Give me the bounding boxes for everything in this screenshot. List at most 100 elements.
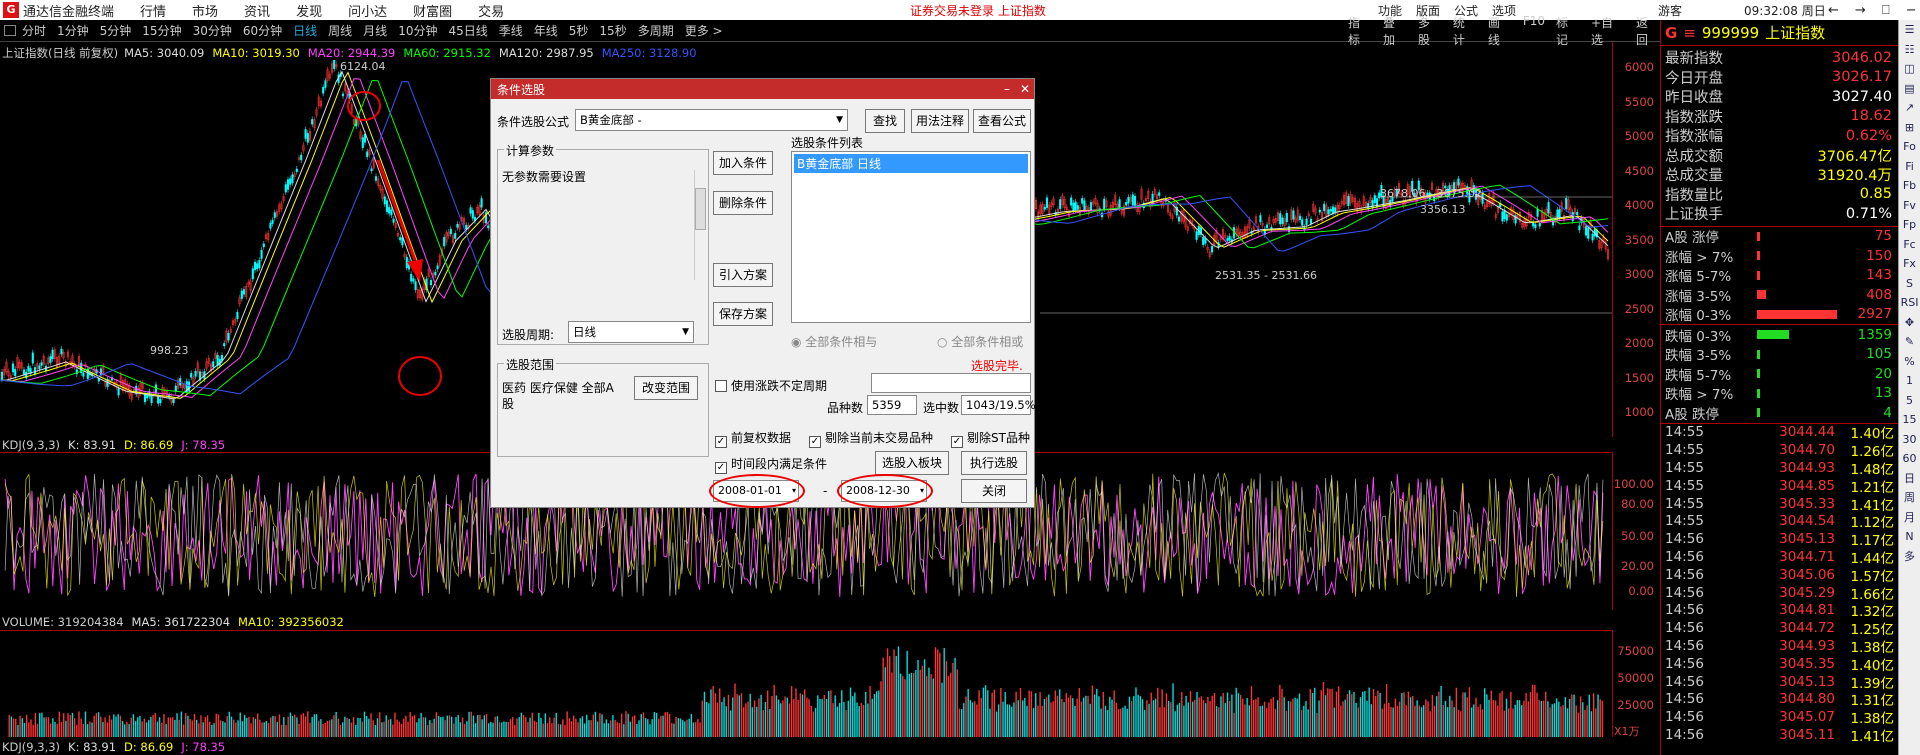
menu-0[interactable]: 行情 (140, 1, 166, 20)
chart-tool-4[interactable]: 画线 (1488, 14, 1512, 48)
period-tab-3[interactable]: 15分钟 (142, 22, 181, 39)
find-button[interactable]: 查找 (865, 109, 905, 133)
view-formula-button[interactable]: 查看公式 (973, 109, 1031, 133)
side-tool-icon[interactable]: % (1899, 352, 1920, 372)
layout-toggle-icon[interactable] (4, 25, 16, 36)
period-tab-6[interactable]: 日线 (293, 22, 317, 39)
change-range-button[interactable]: 改变范围 (634, 376, 698, 400)
period-tab-7[interactable]: 周线 (328, 22, 352, 39)
to-block-button[interactable]: 选股入板块 (875, 451, 949, 475)
period-tab-14[interactable]: 15秒 (599, 22, 626, 39)
period-tab-10[interactable]: 45日线 (448, 22, 487, 39)
window-button-icon-0[interactable]: ← (1828, 3, 1839, 18)
candle-body (1259, 215, 1262, 223)
period-tab-8[interactable]: 月线 (363, 22, 387, 39)
side-tool-icon[interactable]: 日 (1899, 469, 1920, 489)
side-tool-icon[interactable]: N (1899, 527, 1920, 547)
side-tool-icon[interactable]: Fo (1899, 137, 1920, 157)
fq-option[interactable]: ✓ 前复权数据 (715, 429, 791, 448)
menu-6[interactable]: 交易 (478, 1, 504, 20)
radio-and[interactable]: ◉ 全部条件相与 (791, 333, 877, 350)
period-tab-15[interactable]: 多周期 (638, 22, 674, 39)
side-tool-icon[interactable]: ☷ (1899, 40, 1920, 60)
chart-tool-6[interactable]: 标记 (1556, 14, 1580, 48)
side-tool-icon[interactable]: 60 (1899, 449, 1920, 469)
side-tool-icon[interactable]: Fb (1899, 176, 1920, 196)
close-dialog-button[interactable]: 关闭 (961, 479, 1027, 503)
period-tab-4[interactable]: 30分钟 (193, 22, 232, 39)
formula-select[interactable]: B黄金底部 - ▼ (575, 109, 848, 131)
notrade-option[interactable]: ✓ 剔除当前未交易品种 (809, 429, 933, 448)
period-tab-12[interactable]: 年线 (534, 22, 558, 39)
close-icon[interactable]: ✕ (1020, 82, 1030, 96)
menu-4[interactable]: 问小达 (348, 1, 387, 20)
params-scrollbar[interactable] (694, 170, 706, 280)
trade-login-warning[interactable]: 证券交易未登录 上证指数 (910, 2, 1046, 19)
minimize-icon[interactable]: – (1004, 82, 1010, 96)
user-label[interactable]: 游客 (1658, 2, 1682, 19)
period-tab-1[interactable]: 1分钟 (57, 22, 89, 39)
run-screen-button[interactable]: 执行选股 (961, 451, 1027, 475)
period-tab-11[interactable]: 季线 (499, 22, 523, 39)
dialog-titlebar[interactable]: 条件选股 – ✕ (491, 79, 1034, 99)
side-tool-icon[interactable]: 周 (1899, 488, 1920, 508)
delete-condition-button[interactable]: 删除条件 (713, 191, 773, 215)
chart-tool-0[interactable]: 指标 (1348, 14, 1372, 48)
side-tool-icon[interactable]: Fv (1899, 196, 1920, 216)
irregular-period-option[interactable]: 使用涨跌不定周期 (715, 377, 827, 394)
period-tab-2[interactable]: 5分钟 (100, 22, 132, 39)
menu-3[interactable]: 发现 (296, 1, 322, 20)
add-condition-button[interactable]: 加入条件 (713, 151, 773, 175)
side-tool-icon[interactable]: ◫ (1899, 59, 1920, 79)
side-tool-icon[interactable]: 15 (1899, 410, 1920, 430)
side-tool-icon[interactable]: ▤ (1899, 79, 1920, 99)
menu-1[interactable]: 市场 (192, 1, 218, 20)
st-option[interactable]: ✓ 剔除ST品种 (951, 429, 1030, 448)
chart-tool-2[interactable]: 多股 (1418, 14, 1442, 48)
period-tab-13[interactable]: 5秒 (569, 22, 589, 39)
side-tool-icon[interactable]: ↗ (1899, 98, 1920, 118)
period-condition-option[interactable]: ✓ 时间段内满足条件 (715, 455, 827, 474)
chart-tool-5[interactable]: F10 (1523, 14, 1545, 48)
side-tool-icon[interactable]: Fx (1899, 254, 1920, 274)
side-tool-icon[interactable]: 5 (1899, 391, 1920, 411)
side-tool-icon[interactable]: Fc (1899, 235, 1920, 255)
side-tool-icon[interactable]: 30 (1899, 430, 1920, 450)
side-tool-icon[interactable]: 月 (1899, 508, 1920, 528)
import-scheme-button[interactable]: 引入方案 (713, 263, 773, 287)
condition-item[interactable]: B黄金底部 日线 (794, 154, 1028, 173)
chart-tool-3[interactable]: 统计 (1453, 14, 1477, 48)
radio-or[interactable]: ○ 全部条件相或 (937, 333, 1023, 350)
side-tool-icon[interactable]: ⊞ (1899, 118, 1920, 138)
condition-list[interactable]: B黄金底部 日线 (791, 151, 1031, 323)
irregular-period-input[interactable] (871, 373, 1031, 393)
side-tool-icon[interactable]: S (1899, 274, 1920, 294)
period-tab-16[interactable]: 更多 > (685, 22, 723, 39)
window-button-icon-3[interactable]: − (1906, 3, 1917, 18)
price-annotation: 2531.35 - 2531.66 (1215, 269, 1317, 282)
menu-icon[interactable]: ≡ (1683, 24, 1696, 42)
side-tool-icon[interactable]: 1 (1899, 371, 1920, 391)
usage-button[interactable]: 用法注释 (911, 109, 969, 133)
period-tab-9[interactable]: 10分钟 (398, 22, 437, 39)
period-tab-5[interactable]: 60分钟 (243, 22, 282, 39)
side-tool-icon[interactable]: 多 (1899, 547, 1920, 567)
window-button-icon-1[interactable]: → (1855, 3, 1866, 18)
volume-bar (810, 705, 812, 737)
breadth-row: A股 跌停 4 (1661, 403, 1898, 423)
side-tool-icon[interactable]: ✥ (1899, 313, 1920, 333)
window-button-icon-2[interactable]: ⎕ (1882, 3, 1890, 18)
menu-2[interactable]: 资讯 (244, 1, 270, 20)
chart-tool-1[interactable]: 叠加 (1383, 14, 1407, 48)
save-scheme-button[interactable]: 保存方案 (713, 302, 773, 326)
side-tool-icon[interactable]: RSI (1899, 293, 1920, 313)
side-tool-icon[interactable]: Fi (1899, 157, 1920, 177)
period-select[interactable]: 日线 ▼ (568, 321, 694, 343)
side-tool-icon[interactable]: Fp (1899, 215, 1920, 235)
tick-list[interactable]: 14:55 3044.44 1.40亿 14:55 3044.70 1.26亿 14:55 3… (1661, 424, 1898, 745)
side-tool-icon[interactable]: ✎ (1899, 332, 1920, 352)
side-tool-icon[interactable]: ☰ (1899, 20, 1920, 40)
volume-chart[interactable] (0, 630, 1612, 737)
menu-5[interactable]: 财富圈 (413, 1, 452, 20)
period-tab-0[interactable]: 分时 (22, 22, 46, 39)
